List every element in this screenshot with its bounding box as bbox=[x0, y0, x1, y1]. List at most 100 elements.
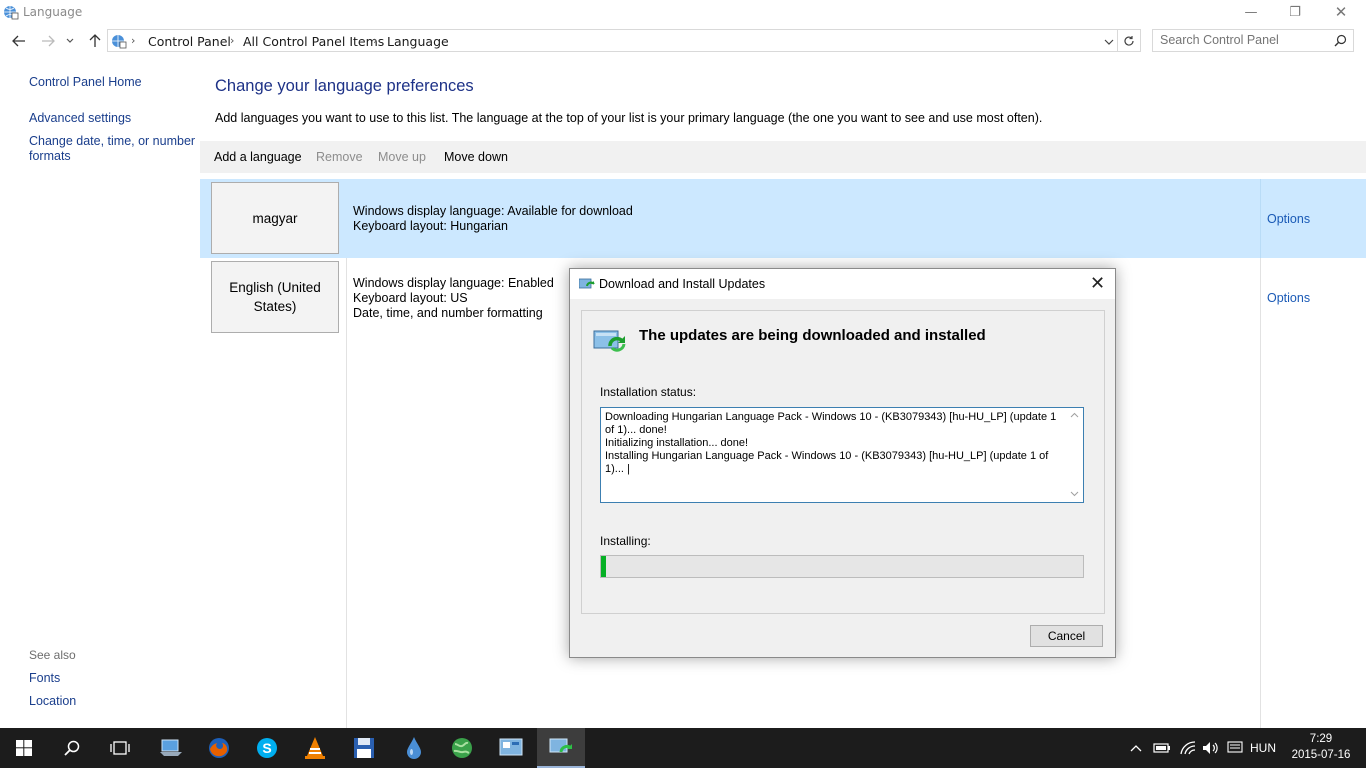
download-install-dialog: Download and Install Updates ✕ The updat… bbox=[569, 268, 1116, 658]
taskbar-app-droplet[interactable] bbox=[390, 728, 438, 768]
minimize-button[interactable]: — bbox=[1228, 0, 1274, 24]
up-button[interactable] bbox=[85, 31, 105, 51]
taskbar-app-control-panel[interactable] bbox=[487, 728, 535, 768]
language-details: Windows display language: Enabled Keyboa… bbox=[353, 276, 554, 321]
refresh-button[interactable] bbox=[1118, 29, 1141, 52]
display-language-status: Windows display language: Enabled bbox=[353, 276, 554, 290]
start-button[interactable] bbox=[0, 728, 48, 768]
installation-status-text: Downloading Hungarian Language Pack - Wi… bbox=[605, 411, 1057, 475]
add-language-button[interactable]: Add a language bbox=[214, 150, 302, 164]
skype-icon: S bbox=[257, 738, 277, 758]
taskbar-app-vlc[interactable] bbox=[291, 728, 339, 768]
back-button[interactable] bbox=[9, 31, 29, 51]
address-dropdown-icon[interactable] bbox=[1104, 39, 1114, 45]
move-down-button[interactable]: Move down bbox=[444, 150, 508, 164]
language-name-box[interactable]: English (United States) bbox=[211, 261, 339, 333]
installation-status-textbox[interactable]: Downloading Hungarian Language Pack - Wi… bbox=[600, 407, 1084, 503]
search-box[interactable] bbox=[1152, 29, 1354, 52]
display-language-status: Windows display language: Available for … bbox=[353, 204, 633, 218]
language-name-line2: States) bbox=[253, 299, 297, 314]
taskbar-app-firefox[interactable] bbox=[195, 728, 243, 768]
taskbar-app-updates[interactable] bbox=[537, 728, 585, 768]
up-arrow-icon bbox=[89, 34, 101, 47]
clock-time: 7:29 bbox=[1309, 733, 1333, 745]
language-toolbar: Add a language Remove Move up Move down bbox=[200, 141, 1366, 173]
breadcrumb-separator: › bbox=[230, 34, 235, 47]
advanced-settings-link[interactable]: Advanced settings bbox=[29, 111, 131, 126]
network-tray[interactable] bbox=[1180, 728, 1196, 768]
keyboard-icon bbox=[1227, 741, 1243, 753]
wifi-icon bbox=[1180, 741, 1196, 755]
change-date-formats-link[interactable]: Change date, time, or number formats bbox=[29, 134, 195, 164]
dialog-title: Download and Install Updates bbox=[599, 277, 766, 291]
update-large-icon bbox=[593, 330, 626, 352]
water-drop-icon bbox=[407, 737, 421, 759]
language-name-box[interactable]: magyar bbox=[211, 182, 339, 254]
battery-icon bbox=[1153, 743, 1170, 753]
dialog-content-panel: The updates are being downloaded and ins… bbox=[581, 310, 1105, 614]
volume-tray[interactable] bbox=[1202, 728, 1220, 768]
page-title: Change your language preferences bbox=[215, 77, 474, 95]
change-date-formats-line1: Change date, time, or number bbox=[29, 134, 196, 148]
control-panel-home-link[interactable]: Control Panel Home bbox=[29, 75, 142, 90]
options-link-magyar[interactable]: Options bbox=[1267, 212, 1310, 226]
computer-icon bbox=[160, 739, 182, 756]
taskbar-clock[interactable]: 7:29 2015-07-16 bbox=[1286, 731, 1356, 763]
power-tray[interactable] bbox=[1153, 728, 1171, 768]
keyboard-layout: Keyboard layout: Hungarian bbox=[353, 219, 508, 233]
remove-button[interactable]: Remove bbox=[316, 150, 363, 164]
dialog-headline: The updates are being downloaded and ins… bbox=[639, 327, 986, 344]
address-bar[interactable]: › Control Panel › All Control Panel Item… bbox=[107, 29, 1118, 52]
taskbar-app-explorer[interactable] bbox=[147, 728, 195, 768]
column-divider bbox=[1260, 179, 1261, 258]
breadcrumb-language[interactable]: Language bbox=[387, 34, 449, 49]
status-scrollbar[interactable] bbox=[1066, 408, 1083, 502]
search-input[interactable] bbox=[1160, 33, 1330, 47]
search-icon bbox=[1334, 34, 1347, 47]
show-hidden-icons[interactable] bbox=[1130, 728, 1142, 768]
forward-button[interactable] bbox=[38, 31, 58, 51]
breadcrumb-control-panel[interactable]: Control Panel bbox=[148, 34, 231, 49]
navigation-bar: › Control Panel › All Control Panel Item… bbox=[0, 28, 1366, 54]
installation-status-label: Installation status: bbox=[600, 385, 697, 399]
search-taskbar-button[interactable] bbox=[48, 728, 96, 768]
clock-date: 2015-07-16 bbox=[1291, 749, 1351, 761]
move-up-button[interactable]: Move up bbox=[378, 150, 426, 164]
column-divider bbox=[1260, 258, 1261, 728]
update-icon bbox=[579, 278, 595, 289]
breadcrumb-all-items[interactable]: All Control Panel Items bbox=[243, 34, 384, 49]
page-description: Add languages you want to use to this li… bbox=[215, 111, 1043, 125]
taskbar-app-skype[interactable]: S bbox=[243, 728, 291, 768]
taskbar-app-globe[interactable] bbox=[438, 728, 486, 768]
floppy-disk-icon bbox=[354, 738, 374, 758]
speaker-icon bbox=[1203, 742, 1218, 754]
dialog-close-button[interactable]: ✕ bbox=[1090, 273, 1105, 294]
svg-text:S: S bbox=[262, 740, 271, 756]
task-view-icon bbox=[110, 741, 130, 755]
formatting-status: Date, time, and number formatting bbox=[353, 306, 543, 320]
control-panel-icon bbox=[112, 35, 127, 49]
dialog-title-bar: Download and Install Updates ✕ bbox=[570, 269, 1115, 299]
taskbar-app-save[interactable] bbox=[340, 728, 388, 768]
notification-tray[interactable] bbox=[1227, 728, 1243, 768]
location-link[interactable]: Location bbox=[29, 694, 76, 709]
control-panel-icon bbox=[499, 738, 523, 756]
task-view-button[interactable] bbox=[96, 728, 144, 768]
chevron-down-icon bbox=[66, 38, 74, 43]
options-link-english[interactable]: Options bbox=[1267, 291, 1310, 305]
install-progress-bar bbox=[600, 555, 1084, 578]
taskbar: S HUN 7:29 2015-07-16 bbox=[0, 728, 1366, 768]
cancel-button[interactable]: Cancel bbox=[1030, 625, 1103, 647]
recent-locations-button[interactable] bbox=[63, 31, 77, 51]
breadcrumb-separator: › bbox=[373, 34, 378, 47]
language-globe-icon bbox=[4, 6, 19, 20]
fonts-link[interactable]: Fonts bbox=[29, 671, 60, 686]
input-language-indicator[interactable]: HUN bbox=[1250, 728, 1276, 768]
update-icon bbox=[549, 738, 573, 753]
language-details: Windows display language: Available for … bbox=[353, 204, 633, 234]
windows-logo-icon bbox=[16, 740, 32, 756]
see-also-heading: See also bbox=[29, 648, 76, 662]
breadcrumb-separator: › bbox=[131, 34, 136, 47]
restore-button[interactable]: ❐ bbox=[1272, 0, 1318, 24]
close-window-button[interactable]: ✕ bbox=[1318, 0, 1364, 24]
